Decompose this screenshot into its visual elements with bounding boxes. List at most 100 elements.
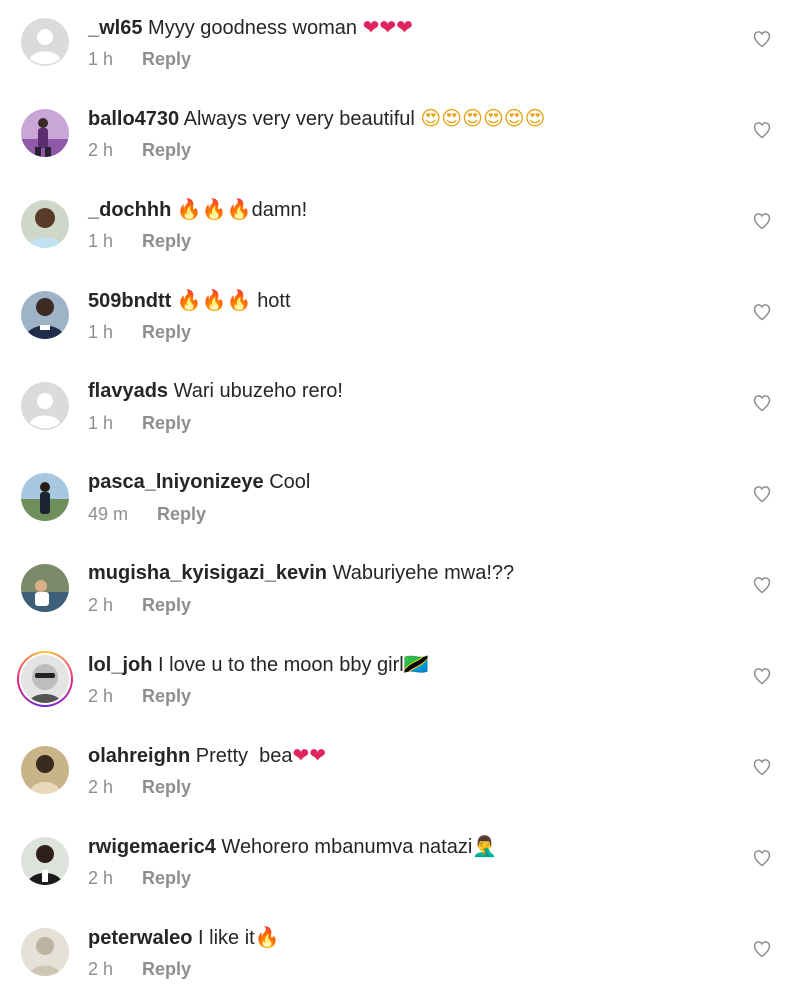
like-heart-icon[interactable] — [752, 575, 772, 595]
comment-text-line: _dochhh 🔥🔥🔥damn! — [88, 196, 307, 223]
reply-button[interactable]: Reply — [142, 595, 191, 615]
comment-username[interactable]: mugisha_kyisigazi_kevin — [88, 562, 327, 584]
comment-meta: 2 h Reply — [88, 594, 191, 616]
avatar[interactable] — [21, 18, 69, 66]
comment-time: 1 h — [88, 49, 114, 69]
like-heart-icon[interactable] — [752, 484, 772, 504]
user-photo-icon — [21, 837, 69, 885]
comment-body: Wehorero mbanumva natazi — [221, 836, 473, 858]
like-heart-icon[interactable] — [752, 29, 772, 49]
comment-username[interactable]: peterwaleo — [88, 927, 192, 949]
like-heart-icon[interactable] — [752, 666, 772, 686]
comment-body: Always very very beautiful — [183, 108, 415, 130]
user-photo-icon — [21, 564, 69, 612]
comment-item: pasca_lniyonizeye Cool 49 m Reply — [0, 455, 800, 546]
comment-time: 49 m — [88, 504, 129, 524]
user-photo-icon — [21, 928, 69, 976]
comment-body: Pretty bea — [195, 745, 293, 767]
comment-time: 1 h — [88, 322, 114, 342]
reply-button[interactable]: Reply — [142, 686, 191, 706]
comment-text-line: lol_joh I love u to the moon bby girl🇹🇿 — [88, 651, 429, 678]
like-heart-icon[interactable] — [752, 120, 772, 140]
like-heart-icon[interactable] — [752, 393, 772, 413]
comment-meta: 2 h Reply — [88, 776, 191, 798]
comment-item: rwigemaeric4 Wehorero mbanumva natazi🤦‍♂… — [0, 819, 800, 910]
comment-username[interactable]: rwigemaeric4 — [88, 836, 216, 858]
comment-emoji: 😍😍😍😍😍😍 — [420, 106, 546, 130]
comment-emoji: ❤❤ — [292, 743, 327, 767]
reply-button[interactable]: Reply — [142, 231, 191, 251]
comment-item: olahreighn Pretty bea❤❤ 2 h Reply — [0, 728, 800, 819]
comment-body: Waburiyehe mwa!?? — [332, 562, 515, 584]
comment-username[interactable]: 509bndtt — [88, 290, 171, 312]
reply-button[interactable]: Reply — [142, 868, 191, 888]
reply-button[interactable]: Reply — [142, 49, 191, 69]
like-heart-icon[interactable] — [752, 848, 772, 868]
comment-emoji: ❤❤❤ — [362, 15, 413, 39]
comment-text-line: olahreighn Pretty bea❤❤ — [88, 742, 326, 769]
avatar[interactable] — [21, 928, 69, 976]
comment-item: flavyads Wari ubuzeho rero! 1 h Reply — [0, 364, 800, 455]
avatar[interactable] — [21, 109, 69, 157]
comment-item: ballo4730 Always very very beautiful 😍😍😍… — [0, 91, 800, 182]
comment-emoji: 🔥🔥🔥 — [176, 197, 252, 221]
comment-time: 1 h — [88, 231, 114, 251]
avatar[interactable] — [21, 746, 69, 794]
comment-item: lol_joh I love u to the moon bby girl🇹🇿 … — [0, 637, 800, 728]
comment-body: I love u to the moon bby girl — [158, 654, 404, 676]
reply-button[interactable]: Reply — [142, 413, 191, 433]
comment-item: _dochhh 🔥🔥🔥damn! 1 h Reply — [0, 182, 800, 273]
like-heart-icon[interactable] — [752, 939, 772, 959]
user-photo-icon — [21, 109, 69, 157]
reply-button[interactable]: Reply — [142, 322, 191, 342]
comment-body: Wari ubuzeho rero! — [173, 380, 343, 402]
comment-username[interactable]: _dochhh — [88, 199, 171, 221]
like-heart-icon[interactable] — [752, 757, 772, 777]
comment-text-line: rwigemaeric4 Wehorero mbanumva natazi🤦‍♂… — [88, 833, 497, 860]
user-photo-icon — [21, 200, 69, 248]
comment-body: hott — [257, 290, 291, 312]
comment-time: 2 h — [88, 686, 114, 706]
reply-button[interactable]: Reply — [142, 959, 191, 979]
comment-body: Myyy goodness woman — [148, 17, 358, 39]
avatar[interactable] — [21, 200, 69, 248]
comment-emoji: 🤦‍♂️ — [472, 834, 498, 858]
comment-text-line: flavyads Wari ubuzeho rero! — [88, 378, 343, 404]
comment-time: 2 h — [88, 777, 114, 797]
comment-meta: 2 h Reply — [88, 867, 191, 889]
comments-screen: { "colors": { "text": "#262626", "muted"… — [0, 0, 800, 979]
comment-username[interactable]: pasca_lniyonizeye — [88, 471, 264, 493]
comment-username[interactable]: ballo4730 — [88, 108, 179, 130]
comment-item: peterwaleo I like it🔥 2 h Reply — [0, 910, 800, 1001]
comment-item: _wl65 Myyy goodness woman ❤❤❤ 1 h Reply — [0, 0, 800, 91]
comment-username[interactable]: lol_joh — [88, 654, 152, 676]
avatar[interactable] — [21, 291, 69, 339]
user-photo-icon — [21, 746, 69, 794]
comment-meta: 49 m Reply — [88, 503, 206, 525]
comment-meta: 2 h Reply — [88, 139, 191, 161]
reply-button[interactable]: Reply — [142, 140, 191, 160]
story-ring-avatar[interactable] — [17, 651, 73, 707]
avatar[interactable] — [21, 564, 69, 612]
comment-body: damn! — [251, 199, 308, 221]
avatar[interactable] — [21, 382, 69, 430]
comment-item: 509bndtt 🔥🔥🔥 hott 1 h Reply — [0, 273, 800, 364]
avatar[interactable] — [21, 473, 69, 521]
like-heart-icon[interactable] — [752, 211, 772, 231]
user-photo-icon — [21, 291, 69, 339]
comment-username[interactable]: olahreighn — [88, 745, 190, 767]
comment-emoji: 🔥 — [254, 925, 280, 949]
reply-button[interactable]: Reply — [142, 777, 191, 797]
like-heart-icon[interactable] — [752, 302, 772, 322]
comment-text-line: pasca_lniyonizeye Cool — [88, 469, 310, 495]
default-avatar-icon — [21, 382, 69, 430]
comment-emoji: 🔥🔥🔥 — [176, 288, 252, 312]
avatar[interactable] — [21, 837, 69, 885]
comment-username[interactable]: _wl65 — [88, 17, 142, 39]
comment-username[interactable]: flavyads — [88, 380, 168, 402]
reply-button[interactable]: Reply — [157, 504, 206, 524]
comment-meta: 1 h Reply — [88, 412, 191, 434]
comment-emoji: 🇹🇿 — [403, 652, 429, 676]
comment-time: 2 h — [88, 959, 114, 979]
comment-time: 1 h — [88, 413, 114, 433]
